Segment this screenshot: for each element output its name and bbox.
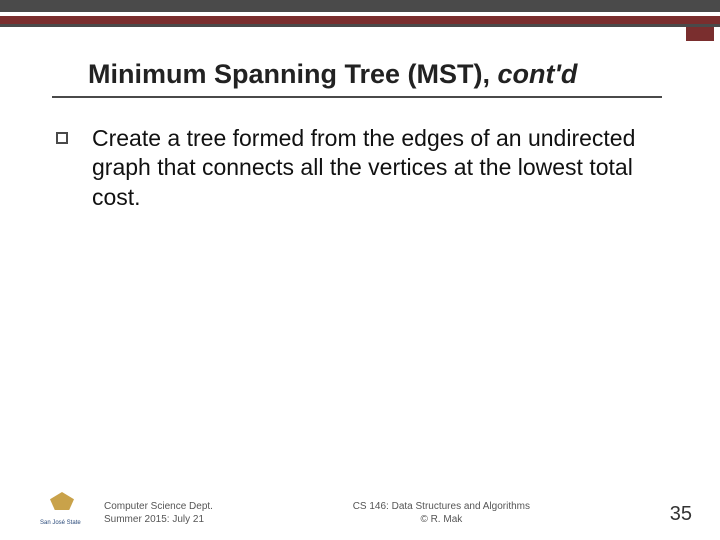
band-dark	[0, 0, 720, 12]
band-maroon	[0, 16, 720, 24]
footer-left: Computer Science Dept. Summer 2015: July…	[104, 501, 213, 526]
footer-center: CS 146: Data Structures and Algorithms ©…	[213, 501, 670, 526]
content-area: Create a tree formed from the edges of a…	[0, 98, 720, 212]
title-main: Minimum Spanning Tree (MST),	[88, 59, 498, 89]
accent-block	[686, 27, 714, 41]
footer-term: Summer 2015: July 21	[104, 514, 213, 527]
footer-dept: Computer Science Dept.	[104, 501, 213, 514]
university-logo: San José State	[40, 492, 86, 526]
square-bullet-icon	[56, 132, 68, 144]
footer-copyright: © R. Mak	[213, 514, 670, 527]
page-number: 35	[670, 503, 692, 526]
slide-title: Minimum Spanning Tree (MST), cont'd	[0, 41, 720, 96]
top-decorative-bands	[0, 0, 720, 41]
footer-course: CS 146: Data Structures and Algorithms	[213, 501, 670, 514]
bullet-item: Create a tree formed from the edges of a…	[56, 124, 660, 212]
logo-text: San José State	[40, 520, 81, 526]
title-tail: cont'd	[498, 59, 578, 89]
bullet-text: Create a tree formed from the edges of a…	[92, 124, 660, 212]
accent-row	[0, 27, 720, 41]
slide-footer: San José State Computer Science Dept. Su…	[0, 492, 720, 526]
logo-icon	[50, 492, 74, 510]
